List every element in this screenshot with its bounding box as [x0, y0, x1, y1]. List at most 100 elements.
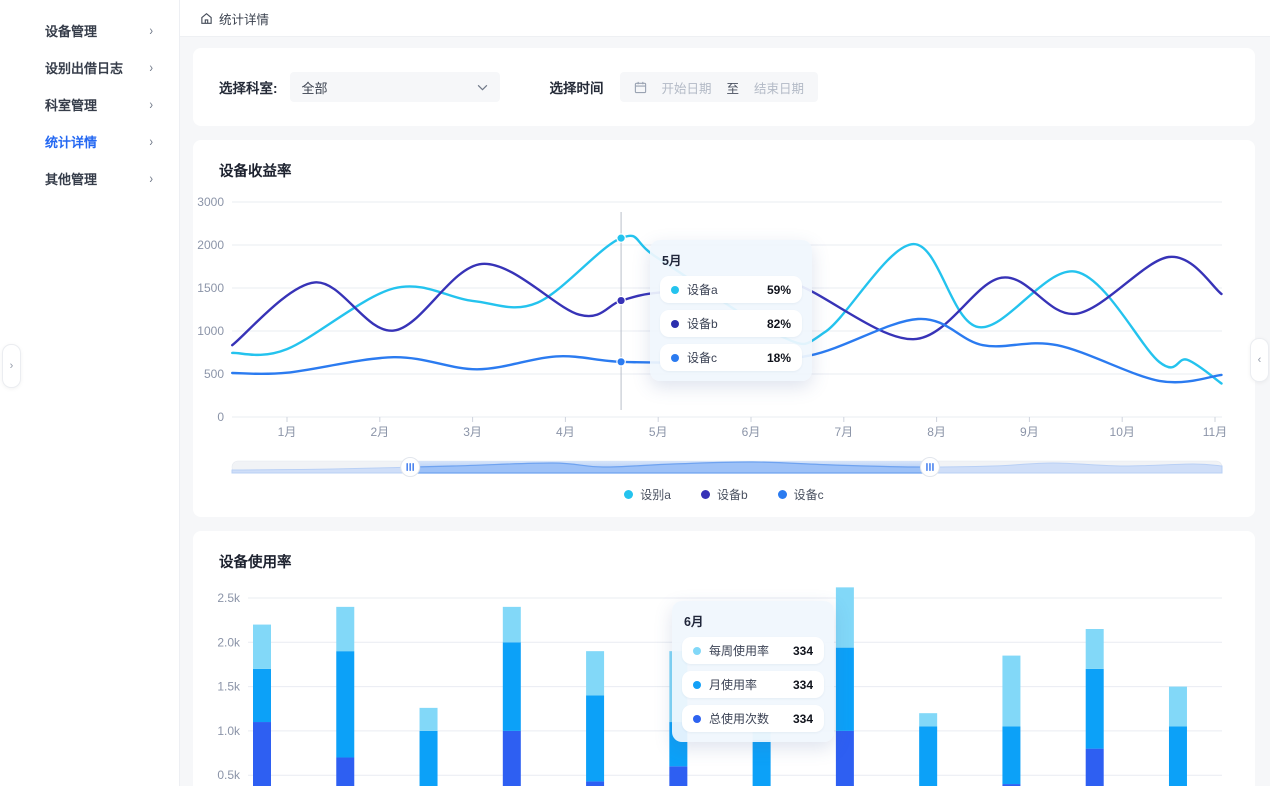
chevron-right-icon: › [149, 134, 153, 149]
dept-select[interactable]: 全部 [290, 72, 500, 102]
bar-segment[interactable] [586, 781, 604, 786]
series-dot-icon [693, 681, 701, 689]
bar-segment[interactable] [836, 587, 854, 647]
bar-segment[interactable] [1086, 749, 1104, 786]
legend-dot-icon [624, 490, 633, 499]
tooltip-series-value: 334 [793, 678, 813, 692]
sidebar-item-1[interactable]: 设备管理› [0, 12, 179, 49]
date-separator: 至 [727, 78, 740, 97]
sidebar-item-5[interactable]: 其他管理 › [0, 160, 179, 197]
tooltip-row: 每周使用率334 [682, 637, 824, 664]
svg-text:3月: 3月 [463, 425, 482, 439]
legend-item[interactable]: 设备c [778, 486, 824, 503]
series-dot-icon [671, 286, 679, 294]
app-root: 设备管理›设别出借日志›科室管理›统计详情›其他管理› 统计详情 选择科室: 全… [0, 0, 1270, 786]
bar-segment[interactable] [420, 731, 438, 786]
end-date-input[interactable]: 结束日期 [754, 78, 804, 97]
bar-segment[interactable] [836, 731, 854, 786]
tooltip-series-value: 59% [767, 283, 791, 297]
bar-segment[interactable] [586, 651, 604, 695]
svg-text:2.0k: 2.0k [217, 635, 241, 649]
tooltip-row: 设备b82% [660, 310, 802, 337]
legend-label: 设备b [717, 486, 748, 503]
tooltip-row: 设备c18% [660, 344, 802, 371]
bar-segment[interactable] [669, 766, 687, 786]
sidebar-item-label: 设备管理 [45, 21, 97, 40]
tooltip-series-value: 82% [767, 317, 791, 331]
legend-dot-icon [778, 490, 787, 499]
tooltip-row: 月使用率334 [682, 671, 824, 698]
tooltip-series-name: 设备a [687, 281, 767, 298]
series-dot-icon [693, 647, 701, 655]
svg-text:8月: 8月 [927, 425, 946, 439]
series-dot-icon [671, 354, 679, 362]
bar-segment[interactable] [1086, 629, 1104, 669]
svg-text:9月: 9月 [1020, 425, 1039, 439]
tooltip-series-name: 总使用次数 [709, 710, 793, 727]
chevron-down-icon [477, 84, 488, 91]
bar-segment[interactable] [336, 607, 354, 651]
svg-text:1500: 1500 [197, 281, 224, 295]
date-range-picker[interactable]: 开始日期 至 结束日期 [620, 72, 819, 102]
collapse-right-handle[interactable]: ‹ [1250, 338, 1269, 382]
svg-text:6月: 6月 [742, 425, 761, 439]
breadcrumb[interactable]: 统计详情 [200, 9, 269, 28]
bar-segment[interactable] [253, 722, 271, 786]
usage-chart-tooltip: 6月 每周使用率334月使用率334总使用次数334 [672, 601, 834, 742]
bar-segment[interactable] [1002, 726, 1020, 784]
tooltip-series-name: 设备b [687, 315, 767, 332]
slider-handle[interactable] [920, 458, 939, 477]
sidebar-item-3[interactable]: 科室管理› [0, 86, 179, 123]
tooltip-title: 5月 [662, 250, 802, 269]
bar-segment[interactable] [836, 648, 854, 731]
sidebar-item-label: 其他管理 [45, 169, 97, 188]
svg-text:11月: 11月 [1203, 425, 1227, 439]
legend-item[interactable]: 设备b [701, 486, 748, 503]
tooltip-series-name: 月使用率 [709, 676, 793, 693]
svg-text:0.5k: 0.5k [217, 768, 241, 782]
bar-segment[interactable] [503, 642, 521, 731]
bar-segment[interactable] [586, 695, 604, 781]
svg-text:5月: 5月 [649, 425, 668, 439]
bar-segment[interactable] [919, 713, 937, 726]
bar-segment[interactable] [1169, 726, 1187, 786]
sidebar: 设备管理›设别出借日志›科室管理›统计详情›其他管理› [0, 0, 180, 786]
svg-text:1000: 1000 [197, 324, 224, 338]
tooltip-series-name: 设备c [687, 349, 767, 366]
bar-segment[interactable] [1086, 669, 1104, 749]
bar-segment[interactable] [1169, 687, 1187, 727]
slider-handle[interactable] [401, 458, 420, 477]
svg-text:7月: 7月 [834, 425, 853, 439]
bar-segment[interactable] [919, 726, 937, 786]
sidebar-item-4[interactable]: 统计详情› [0, 123, 179, 160]
tooltip-series-name: 每周使用率 [709, 642, 793, 659]
bar-segment[interactable] [503, 607, 521, 642]
dept-select-value: 全部 [302, 78, 328, 97]
home-icon [200, 12, 213, 25]
tooltip-title: 6月 [684, 611, 824, 630]
breadcrumb-label: 统计详情 [219, 9, 269, 28]
content: 选择科室: 全部 选择时间 [180, 36, 1270, 786]
legend-item[interactable]: 设别a [624, 486, 671, 503]
legend-dot-icon [701, 490, 710, 499]
bar-segment[interactable] [336, 651, 354, 757]
usage-chart-card: 设备使用率 2.5k2.0k1.5k1.0k0.5k 6月 每周使用率334月使… [193, 531, 1255, 786]
start-date-input[interactable]: 开始日期 [662, 78, 712, 97]
bar-segment[interactable] [253, 625, 271, 669]
collapse-left-handle[interactable]: › [2, 344, 21, 388]
bar-segment[interactable] [336, 757, 354, 786]
svg-text:1.5k: 1.5k [217, 680, 241, 694]
bar-segment[interactable] [503, 731, 521, 786]
tooltip-row: 总使用次数334 [682, 705, 824, 732]
bar-segment[interactable] [1002, 656, 1020, 727]
tooltip-series-value: 18% [767, 351, 791, 365]
bar-segment[interactable] [420, 708, 438, 731]
chevron-right-icon: › [149, 171, 153, 186]
sidebar-nav: 设备管理›设别出借日志›科室管理›统计详情›其他管理› [0, 12, 179, 197]
svg-text:1.0k: 1.0k [217, 724, 241, 738]
bar-segment[interactable] [753, 740, 771, 786]
sidebar-item-2[interactable]: 设别出借日志› [0, 49, 179, 86]
bar-segment[interactable] [253, 669, 271, 722]
svg-text:0: 0 [217, 410, 224, 424]
svg-text:500: 500 [204, 367, 224, 381]
